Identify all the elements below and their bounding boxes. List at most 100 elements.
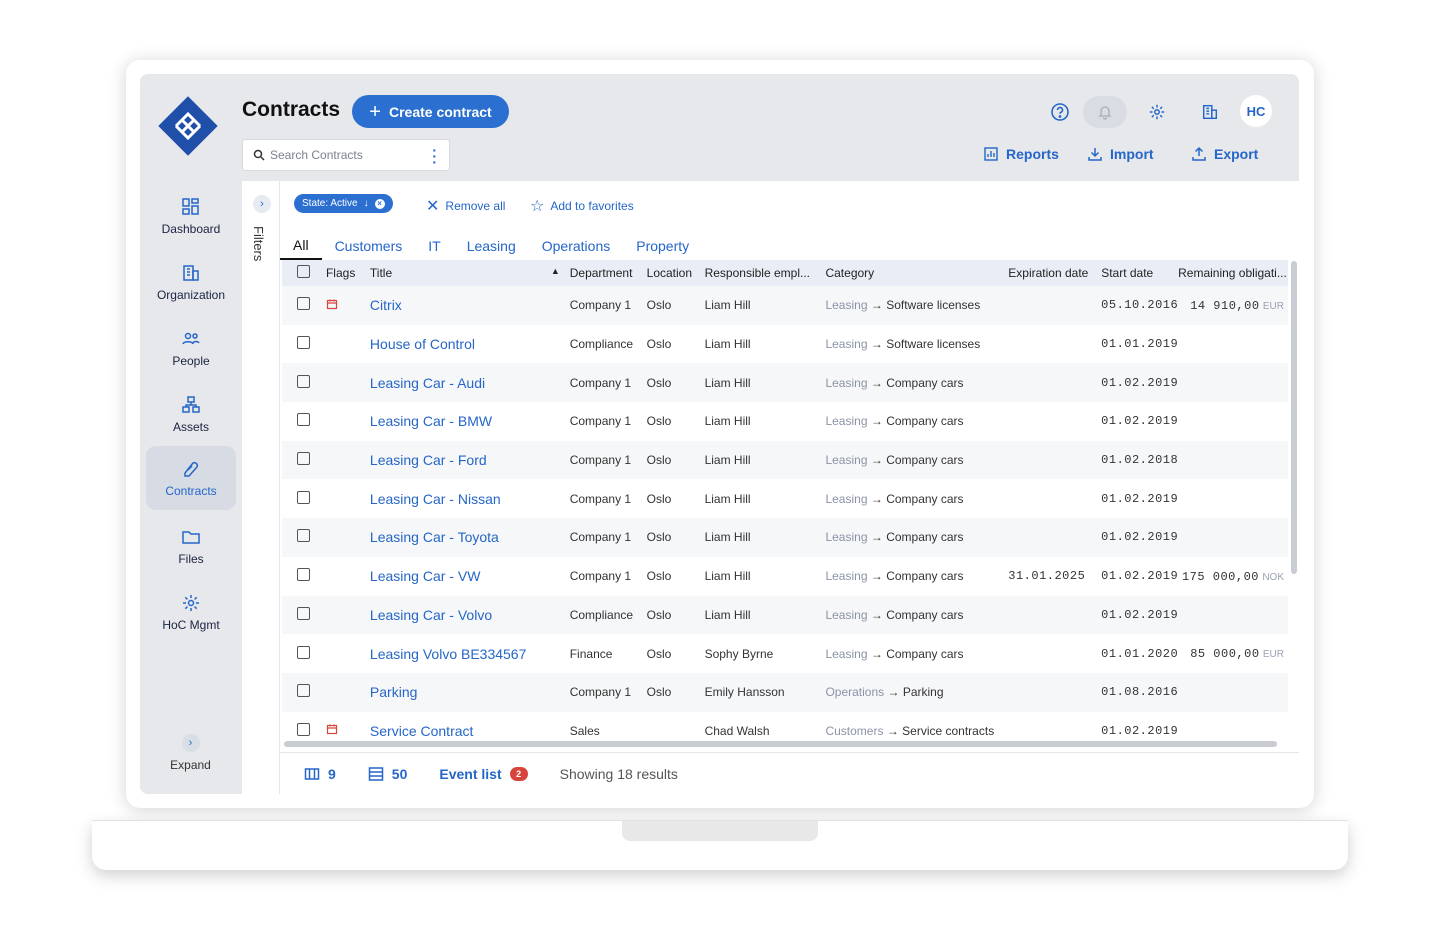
contract-title-link[interactable]: Leasing Car - Audi	[370, 375, 485, 391]
table-row[interactable]: House of Control Compliance Oslo Liam Hill L…	[282, 325, 1288, 364]
avatar[interactable]: HC	[1240, 95, 1272, 127]
export-button[interactable]: Export	[1191, 146, 1258, 162]
start-date-cell: 01.02.2019	[1101, 375, 1179, 390]
remaining-amount: 175 000,00	[1181, 569, 1259, 584]
event-list-button[interactable]: Event list 2	[439, 766, 528, 782]
column-header-location[interactable]: Location	[647, 266, 705, 280]
row-checkbox[interactable]	[282, 606, 326, 623]
app-logo[interactable]	[158, 96, 218, 156]
sidebar-item-dashboard[interactable]: Dashboard	[146, 184, 236, 248]
sidebar-item-contracts[interactable]: Contracts	[146, 446, 236, 510]
table-row[interactable]: Leasing Car - Ford Company 1 Oslo Liam Hill…	[282, 440, 1288, 480]
add-favorites-button[interactable]: ☆ Add to favorites	[530, 196, 634, 216]
contract-title-link[interactable]: Parking	[370, 684, 417, 700]
row-checkbox[interactable]	[282, 568, 326, 584]
responsible-cell: Liam Hill	[704, 530, 751, 545]
contract-title-link[interactable]: Leasing Car - Volvo	[370, 607, 492, 623]
row-checkbox[interactable]	[282, 684, 326, 700]
table-row[interactable]: Leasing Car - Volvo Compliance Oslo Liam Hi…	[282, 595, 1288, 635]
rows-icon	[368, 766, 384, 781]
row-checkbox[interactable]	[282, 413, 326, 429]
organization-icon[interactable]	[1194, 96, 1226, 128]
filter-chip[interactable]: State: Active ↓ ×	[294, 194, 393, 213]
category-sub: Company cars	[886, 453, 964, 468]
department-cell: Company 1	[569, 569, 632, 584]
columns-button[interactable]: 9	[304, 766, 336, 782]
table-row[interactable]: Leasing Car - Toyota Company 1 Oslo Liam Hi…	[282, 518, 1288, 557]
column-header-category[interactable]: Category	[825, 266, 1008, 280]
column-header-department[interactable]: Department	[570, 266, 647, 280]
column-header-responsible[interactable]: Responsible empl...	[705, 266, 826, 280]
contract-title-link[interactable]: Leasing Car - VW	[370, 568, 480, 584]
vertical-scrollbar[interactable]	[1291, 261, 1297, 574]
tab-leasing[interactable]: Leasing	[454, 232, 529, 260]
row-checkbox[interactable]	[282, 374, 326, 391]
contract-title-link[interactable]: Leasing Car - Nissan	[370, 491, 501, 507]
filters-panel[interactable]: › Filters	[242, 181, 280, 794]
sidebar-item-people[interactable]: People	[146, 316, 236, 380]
start-date-cell: 01.02.2018	[1101, 453, 1179, 468]
page-size-button[interactable]: 50	[368, 766, 407, 782]
table-row[interactable]: Leasing Car - BMW Company 1 Oslo Liam Hill L…	[282, 402, 1288, 441]
category-sub: Company cars	[886, 491, 964, 506]
tab-operations[interactable]: Operations	[529, 232, 623, 260]
sidebar-item-organization[interactable]: Organization	[146, 250, 236, 314]
close-icon[interactable]: ×	[374, 198, 385, 209]
row-checkbox[interactable]	[282, 452, 326, 468]
sidebar-item-hoc-mgmt[interactable]: HoC Mgmt	[146, 580, 236, 644]
table-row[interactable]: Leasing Car - Audi Company 1 Oslo Liam Hill…	[282, 363, 1288, 403]
table-row[interactable]: Citrix Company 1 Oslo Liam Hill Leasing → So…	[282, 286, 1288, 325]
contract-title-link[interactable]: Service Contract	[370, 723, 473, 739]
column-header-remaining[interactable]: Remaining obligati...	[1178, 266, 1288, 280]
start-date-cell: 01.02.2019	[1101, 530, 1179, 545]
column-header-start-date[interactable]: Start date	[1101, 266, 1178, 280]
table-row[interactable]: Parking Company 1 Oslo Emily Hansson Operati…	[282, 672, 1288, 712]
row-checkbox[interactable]	[282, 490, 326, 507]
category-main: Leasing	[825, 453, 868, 468]
column-header-title-label: Title	[369, 266, 393, 280]
tab-it[interactable]: IT	[415, 232, 453, 260]
contract-title-link[interactable]: Leasing Car - Ford	[370, 452, 487, 468]
create-contract-button[interactable]: + Create contract	[352, 95, 509, 128]
row-checkbox[interactable]	[282, 645, 326, 662]
tab-all[interactable]: All	[280, 232, 322, 260]
row-checkbox[interactable]	[282, 529, 326, 545]
sidebar-item-assets[interactable]: Assets	[146, 382, 236, 446]
responsible-cell: Chad Walsh	[704, 723, 770, 738]
table-row[interactable]: Leasing Car - Nissan Company 1 Oslo Liam Hi…	[282, 479, 1288, 518]
column-header-title[interactable]: Title ▲	[370, 266, 570, 280]
column-header-expiration[interactable]: Expiration date	[1008, 266, 1101, 280]
contract-title-link[interactable]: Citrix	[370, 297, 402, 313]
import-button[interactable]: Import	[1087, 146, 1154, 162]
reports-button[interactable]: Reports	[983, 146, 1059, 162]
row-checkbox[interactable]	[282, 297, 326, 313]
start-date-cell: 01.02.2019	[1101, 569, 1179, 584]
row-checkbox[interactable]	[282, 722, 326, 739]
bell-icon[interactable]	[1083, 96, 1127, 128]
contract-title-link[interactable]: Leasing Car - Toyota	[370, 529, 499, 545]
table-row[interactable]: Leasing Car - VW Company 1 Oslo Liam Hill Le…	[282, 557, 1288, 596]
more-options-icon[interactable]: · · ·	[432, 143, 437, 169]
contract-title-link[interactable]: Leasing Car - BMW	[370, 413, 492, 429]
select-all-checkbox[interactable]	[282, 265, 326, 281]
remove-all-button[interactable]: ✕ Remove all	[426, 196, 505, 216]
help-icon[interactable]	[1044, 96, 1076, 128]
contract-title-link[interactable]: Leasing Volvo BE334567	[370, 646, 526, 662]
location-cell: Oslo	[646, 375, 672, 390]
tab-property[interactable]: Property	[623, 232, 702, 260]
table-row[interactable]: Leasing Volvo BE334567 Finance Oslo Sophy B…	[282, 634, 1288, 673]
horizontal-scrollbar[interactable]	[284, 741, 1277, 747]
sidebar-item-files[interactable]: Files	[146, 514, 236, 578]
tab-customers[interactable]: Customers	[322, 232, 416, 260]
location-cell: Oslo	[646, 685, 672, 700]
row-checkbox[interactable]	[282, 336, 326, 352]
chevron-right-icon: ›	[181, 734, 200, 752]
settings-gear-icon[interactable]	[1141, 96, 1173, 128]
search-input[interactable]: Search Contracts · · ·	[242, 139, 450, 171]
contract-title-link[interactable]: House of Control	[370, 336, 475, 352]
chevron-right-icon[interactable]: ›	[253, 195, 271, 213]
people-icon	[182, 332, 200, 344]
column-header-flags[interactable]: Flags	[326, 266, 370, 280]
expand-sidebar-button[interactable]: › Expand	[140, 734, 241, 772]
filters-label: Filters	[251, 226, 266, 262]
